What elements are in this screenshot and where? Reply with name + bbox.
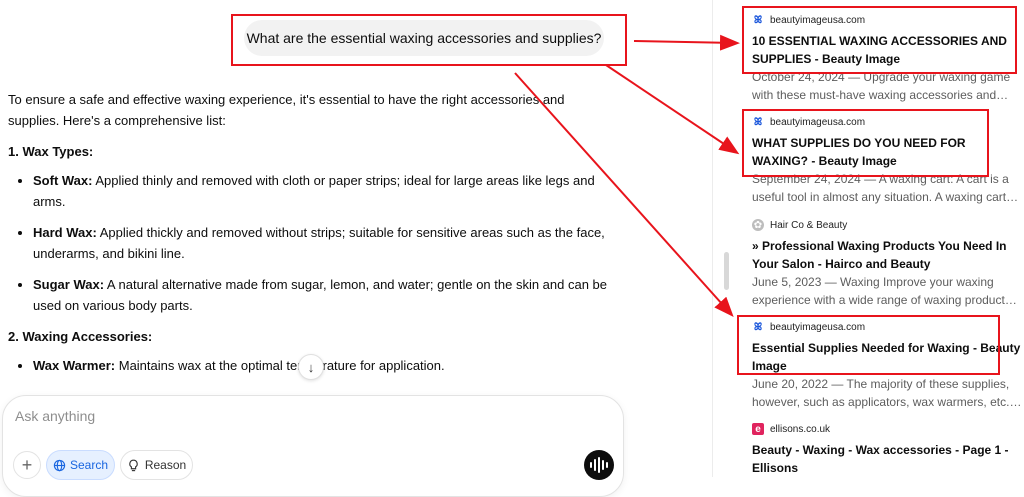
user-message-bubble: What are the essential waxing accessorie… xyxy=(244,20,604,56)
chat-panel: What are the essential waxing accessorie… xyxy=(0,0,712,497)
source-title: » Professional Waxing Products You Need … xyxy=(752,239,1007,271)
list-item-text: Applied thinly and removed with cloth or… xyxy=(33,173,595,209)
haircoco-icon: ✿ xyxy=(752,219,764,231)
source-site: ꕤ beautyimageusa.com xyxy=(752,13,1022,27)
source-title: 10 ESSENTIAL WAXING ACCESSORIES AND SUPP… xyxy=(752,34,1007,66)
source-card[interactable]: ꕤ beautyimageusa.com 10 ESSENTIAL WAXING … xyxy=(752,13,1022,104)
site-name: beautyimageusa.com xyxy=(770,14,866,26)
list-item: Hard Wax: Applied thickly and removed wi… xyxy=(33,222,608,264)
message-composer: + Search Reason xyxy=(2,395,624,497)
source-site: ✿ Hair Co & Beauty xyxy=(752,218,1022,232)
source-site: ꕤ beautyimageusa.com xyxy=(752,320,1022,334)
arrow-down-icon: ↓ xyxy=(307,359,315,375)
prompt-input[interactable] xyxy=(15,406,535,426)
ellisons-icon: e xyxy=(752,423,764,435)
butterfly-icon: ꕤ xyxy=(753,14,763,26)
source-snippet: September 24, 2024 — A waxing cart: A ca… xyxy=(752,172,1009,204)
site-name: ellisons.co.uk xyxy=(770,423,831,435)
site-name: beautyimageusa.com xyxy=(770,321,866,333)
source-title: Beauty - Waxing - Wax accessories - Page… xyxy=(752,443,1009,475)
waveform-icon xyxy=(590,457,608,473)
source-title: Essential Supplies Needed for Waxing - B… xyxy=(752,341,1021,373)
source-snippet: June 5, 2023 — Waxing Improve your waxin… xyxy=(752,275,1011,307)
voice-mode-button[interactable] xyxy=(584,450,614,480)
source-card[interactable]: ꕤ beautyimageusa.com Essential Supplies N… xyxy=(752,320,1022,411)
answer-intro: To ensure a safe and effective waxing ex… xyxy=(8,92,565,128)
globe-icon xyxy=(53,459,66,471)
list-item-term: Wax Warmer: xyxy=(33,358,116,373)
source-snippet: October 24, 2024 — Upgrade your waxing g… xyxy=(752,70,1011,102)
butterfly-icon: ꕤ xyxy=(753,116,763,128)
source-site: e ellisons.co.uk xyxy=(752,422,1022,436)
scroll-down-button[interactable]: ↓ xyxy=(298,354,324,380)
list-item: Sugar Wax: A natural alternative made fr… xyxy=(33,274,608,316)
site-name: Hair Co & Beauty xyxy=(770,219,848,231)
source-card[interactable]: e ellisons.co.uk Beauty - Waxing - Wax ac… xyxy=(752,422,1022,477)
lightbulb-icon xyxy=(129,459,138,471)
reason-button[interactable]: Reason xyxy=(120,450,193,480)
list-item: Soft Wax: Applied thinly and removed wit… xyxy=(33,170,608,212)
reason-label: Reason xyxy=(144,458,187,472)
source-card[interactable]: ✿ Hair Co & Beauty » Professional Waxing … xyxy=(752,218,1022,309)
source-title: WHAT SUPPLIES DO YOU NEED FOR WAXING? - … xyxy=(752,136,966,168)
list-item-term: Hard Wax: xyxy=(33,225,97,240)
search-label: Search xyxy=(69,458,109,472)
butterfly-icon: ꕤ xyxy=(753,321,763,333)
site-name: beautyimageusa.com xyxy=(770,116,866,128)
source-snippet: June 20, 2022 — The majority of these su… xyxy=(752,377,1013,409)
source-site: ꕤ beautyimageusa.com xyxy=(752,115,1022,129)
list-item-text: Maintains wax at the optimal temperature… xyxy=(115,358,445,373)
plus-icon: + xyxy=(21,454,33,475)
assistant-answer: To ensure a safe and effective waxing ex… xyxy=(8,89,608,386)
search-button[interactable]: Search xyxy=(46,450,115,480)
list-item-term: Sugar Wax: xyxy=(33,277,105,292)
wax-types-list: Soft Wax: Applied thinly and removed wit… xyxy=(8,170,608,316)
section-heading-accessories: 2. Waxing Accessories: xyxy=(8,329,153,344)
source-card[interactable]: ꕤ beautyimageusa.com WHAT SUPPLIES DO YOU… xyxy=(752,115,1022,206)
section-heading-wax-types: 1. Wax Types: xyxy=(8,144,94,159)
list-item-text: Applied thickly and removed without stri… xyxy=(33,225,605,261)
list-item-text: A natural alternative made from sugar, l… xyxy=(33,277,608,313)
list-item-term: Soft Wax: xyxy=(33,173,93,188)
attach-button[interactable]: + xyxy=(13,451,41,479)
